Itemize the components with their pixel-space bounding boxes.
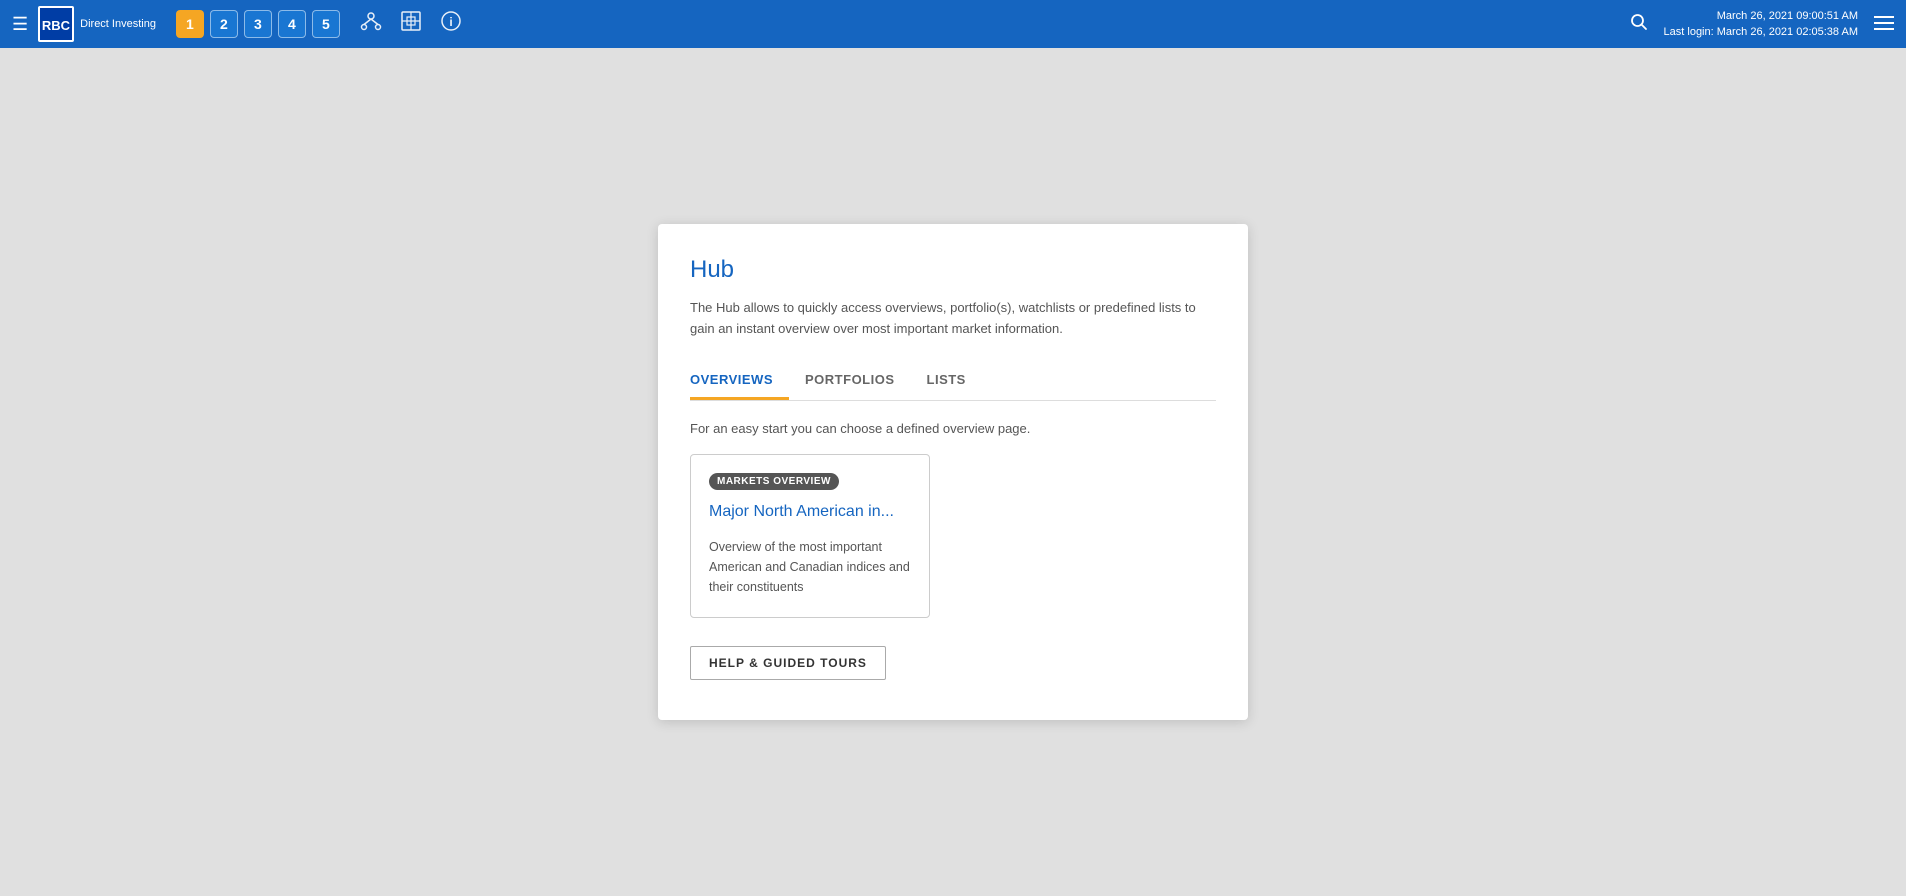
network-icon[interactable] [360, 10, 382, 38]
card-badge: MARKETS OVERVIEW [709, 473, 839, 490]
workspace-tabs: 1 2 3 4 5 [176, 10, 340, 38]
tab-lists[interactable]: LISTS [927, 364, 982, 400]
overview-description: For an easy start you can choose a defin… [690, 421, 1216, 436]
tab-portfolios[interactable]: PORTFOLIOS [805, 364, 911, 400]
help-guided-tours-button[interactable]: HELP & GUIDED TOURS [690, 646, 886, 680]
info-icon[interactable]: i [440, 10, 462, 38]
search-icon[interactable] [1630, 13, 1648, 36]
card-title: Major North American in... [709, 502, 911, 523]
nav-center-icons: i [360, 10, 462, 38]
logo-area: RBC Direct Investing [38, 6, 156, 42]
crosshair-icon[interactable] [400, 10, 422, 38]
workspace-tab-4[interactable]: 4 [278, 10, 306, 38]
datetime-display: March 26, 2021 09:00:51 AM Last login: M… [1664, 8, 1858, 41]
main-content: Hub The Hub allows to quickly access ove… [0, 48, 1906, 896]
svg-text:i: i [449, 15, 452, 29]
brand-text: Direct Investing [80, 17, 156, 31]
svg-text:RBC: RBC [42, 18, 71, 33]
workspace-tab-1[interactable]: 1 [176, 10, 204, 38]
workspace-tab-3[interactable]: 3 [244, 10, 272, 38]
hamburger-menu-button[interactable]: ☰ [12, 15, 28, 33]
hub-title: Hub [690, 256, 1216, 284]
workspace-tab-2[interactable]: 2 [210, 10, 238, 38]
top-navbar: ☰ RBC Direct Investing 1 2 3 4 5 [0, 0, 1906, 48]
workspace-tab-5[interactable]: 5 [312, 10, 340, 38]
rbc-logo: RBC [38, 6, 74, 42]
hamburger-right-icon[interactable] [1874, 14, 1894, 35]
hub-description: The Hub allows to quickly access overvie… [690, 298, 1216, 340]
hub-tabs: OVERVIEWS PORTFOLIOS LISTS [690, 364, 1216, 401]
tab-overviews[interactable]: OVERVIEWS [690, 364, 789, 400]
hub-card: Hub The Hub allows to quickly access ove… [658, 224, 1248, 719]
card-body: Overview of the most important American … [709, 537, 911, 597]
markets-overview-card[interactable]: MARKETS OVERVIEW Major North American in… [690, 454, 930, 618]
nav-right-area: March 26, 2021 09:00:51 AM Last login: M… [1630, 8, 1894, 41]
